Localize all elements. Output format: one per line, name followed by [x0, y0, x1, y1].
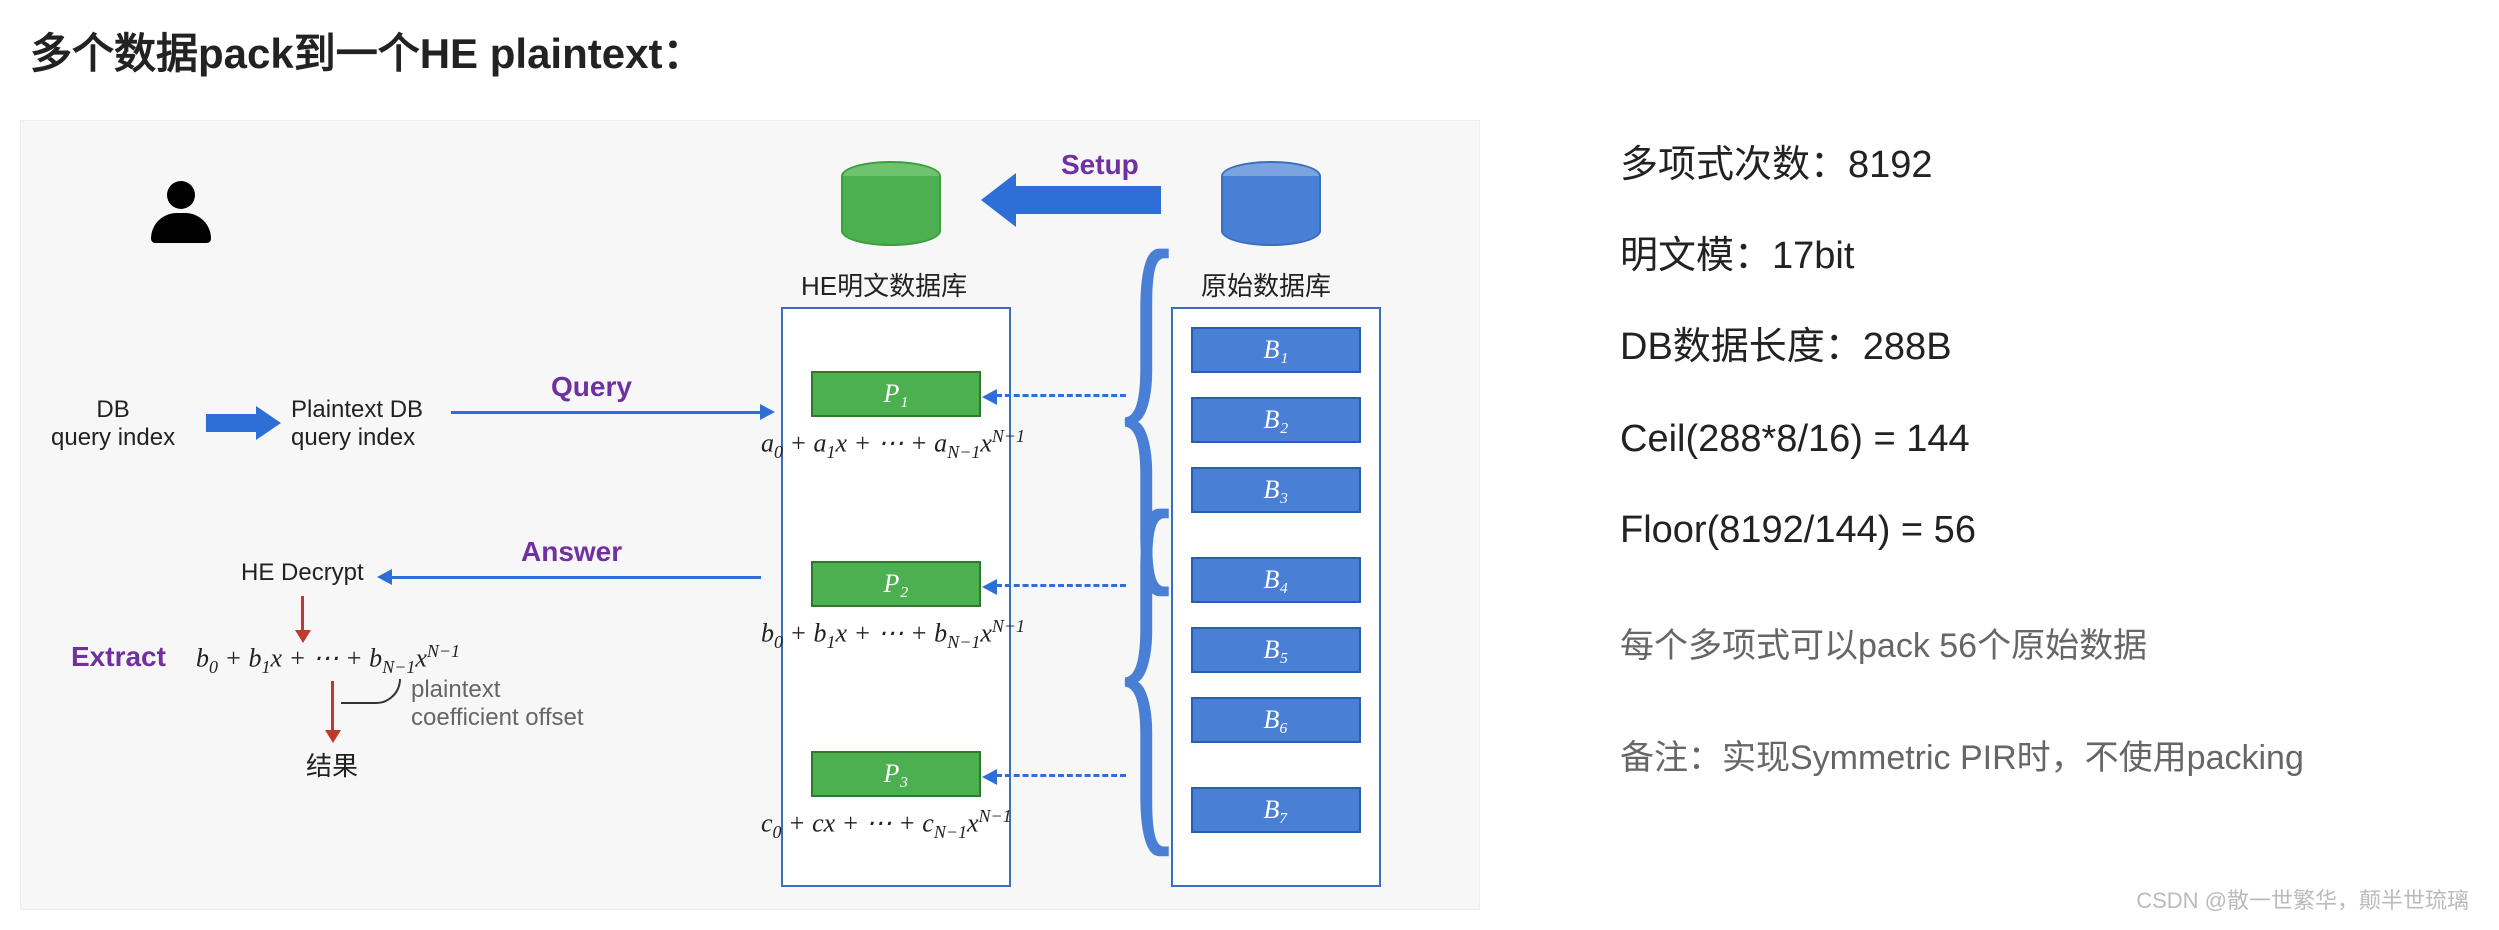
note-db-length: DB数据长度：288B [1620, 302, 2304, 393]
p1-box: P₁ [811, 371, 981, 417]
b2-label: B₂ [1264, 405, 1289, 435]
arrow-p2-icon [996, 584, 1126, 587]
p2-label: P₂ [884, 569, 909, 599]
extract-label: Extract [71, 641, 166, 673]
b5-label: B₅ [1264, 635, 1289, 665]
p2-box: P₂ [811, 561, 981, 607]
he-db-icon [841, 161, 941, 246]
note-floor: Floor(8192/144) = 56 [1620, 485, 2304, 576]
diagram-container: Setup HE明文数据库 原始数据库 P₁ a0 + a1x + ⋯ + aN… [20, 120, 1480, 910]
b6-box: B₆ [1191, 697, 1361, 743]
formula-c: c0 + cx + ⋯ + cN−1xN−1 [761, 806, 1012, 843]
b3-box: B₃ [1191, 467, 1361, 513]
notes-panel: 多项式次数：8192 明文模：17bit DB数据长度：288B Ceil(28… [1620, 120, 2304, 799]
page-title: 多个数据pack到一个HE plaintext： [30, 20, 704, 81]
plaintext-db-label: Plaintext DBquery index [291, 396, 423, 452]
b7-box: B₇ [1191, 787, 1361, 833]
raw-db-label: 原始数据库 [1201, 266, 1331, 303]
answer-label: Answer [521, 536, 622, 568]
raw-db-icon [1221, 161, 1321, 246]
coeff-curve-icon [341, 679, 401, 704]
watermark: CSDN @散一世繁华，颠半世琉璃 [2136, 883, 2469, 915]
p3-box: P₃ [811, 751, 981, 797]
formula-extract: b0 + b1x + ⋯ + bN−1xN−1 [196, 641, 460, 678]
he-decrypt-label: HE Decrypt [241, 559, 364, 587]
decrypt-arrow-icon [301, 596, 304, 631]
b2-box: B₂ [1191, 397, 1361, 443]
note-plaintext-mod: 明文模：17bit [1620, 211, 2304, 302]
small-arrowhead-icon [256, 406, 281, 440]
note-pack-count: 每个多项式可以pack 56个原始数据 [1620, 606, 2304, 688]
b4-box: B₄ [1191, 557, 1361, 603]
b1-box: B₁ [1191, 327, 1361, 373]
b1-label: B₁ [1264, 335, 1289, 365]
p1-label: P₁ [884, 379, 909, 409]
coeff-offset-label: plaintextcoefficient offset [411, 676, 584, 732]
note-remark: 备注：实现Symmetric PIR时，不使用packing [1620, 718, 2304, 800]
note-poly-degree: 多项式次数：8192 [1620, 120, 2304, 211]
formula-b: b0 + b1x + ⋯ + bN−1xN−1 [761, 616, 1025, 653]
answer-arrow-icon [391, 576, 761, 579]
note-ceil: Ceil(288*8/16) = 144 [1620, 394, 2304, 485]
arrow-p1-icon [996, 394, 1126, 397]
b4-label: B₄ [1264, 565, 1289, 595]
result-label: 结果 [306, 746, 358, 783]
query-label: Query [551, 371, 632, 403]
formula-a: a0 + a1x + ⋯ + aN−1xN−1 [761, 426, 1025, 463]
b6-label: B₆ [1264, 705, 1289, 735]
small-arrow-icon [206, 414, 256, 432]
setup-arrowhead-icon [981, 173, 1016, 227]
arrow-p3-icon [996, 774, 1126, 777]
he-db-label: HE明文数据库 [801, 266, 967, 303]
p3-label: P₃ [884, 759, 909, 789]
query-arrow-icon [451, 411, 761, 414]
user-icon [151, 181, 211, 243]
b7-label: B₇ [1264, 795, 1289, 825]
b3-label: B₃ [1264, 475, 1289, 505]
db-query-index-label: DBquery index [51, 396, 175, 452]
result-arrow-icon [331, 681, 334, 731]
b5-box: B₅ [1191, 627, 1361, 673]
